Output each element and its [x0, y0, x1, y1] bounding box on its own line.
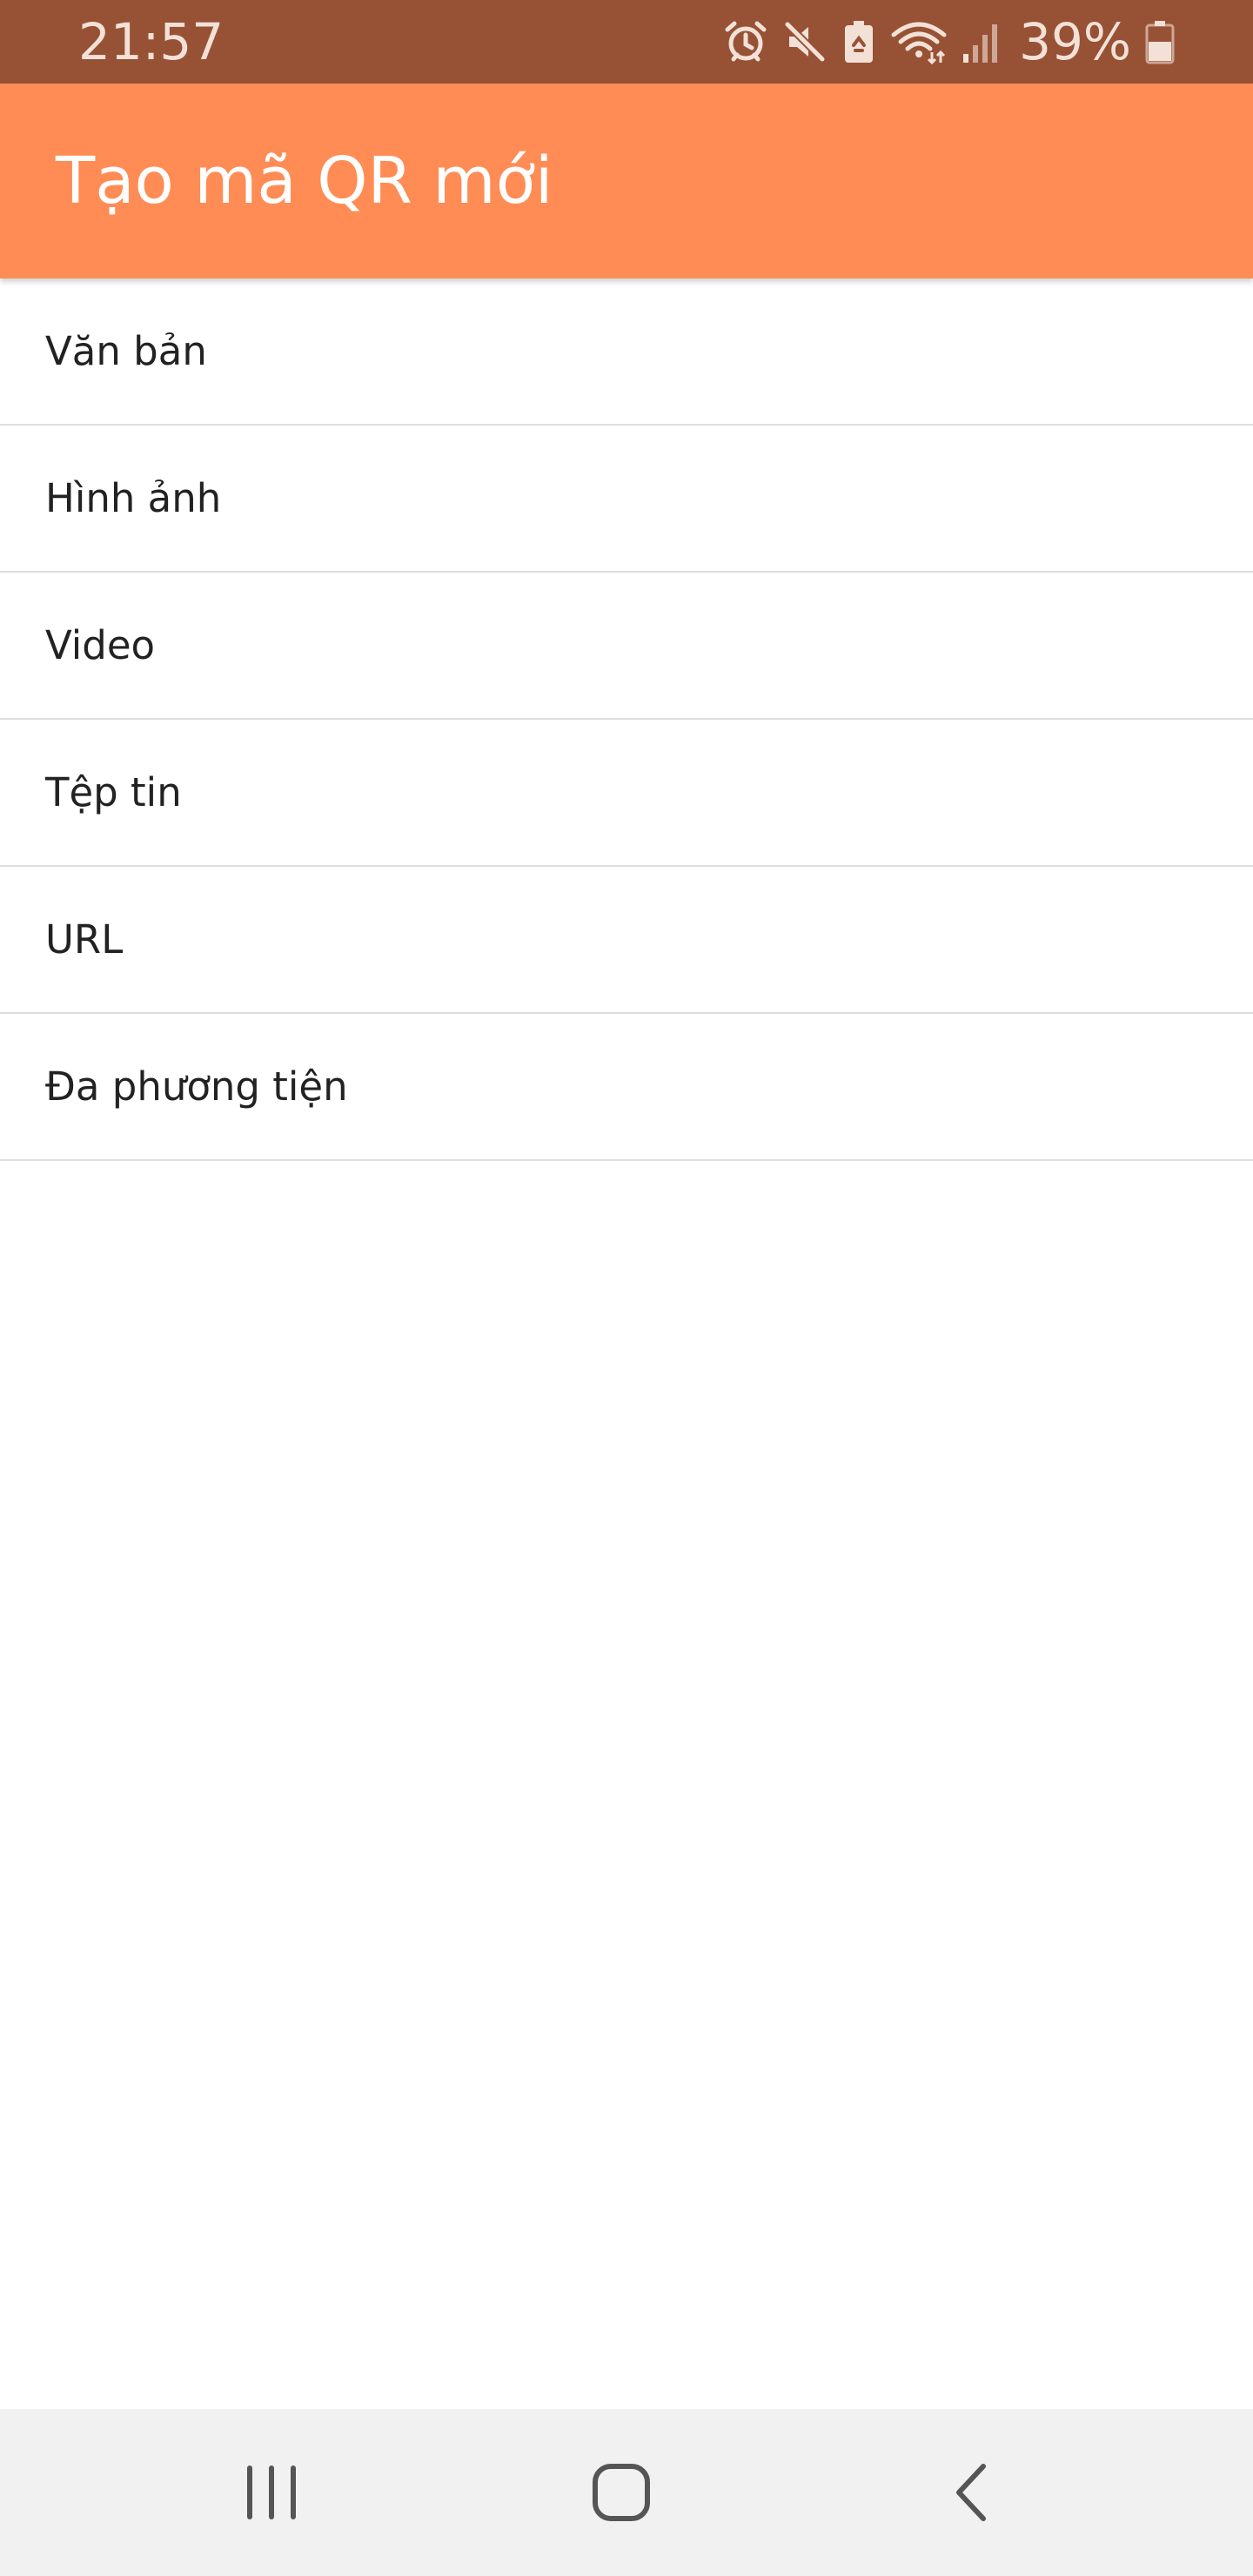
list-item-url[interactable]: URL [0, 867, 1253, 1014]
list-item-label: Video [45, 622, 156, 668]
list-item-label: Tệp tin [45, 769, 182, 815]
status-icons: 39% [723, 14, 1175, 70]
list-item-label: Hình ảnh [45, 475, 222, 521]
list-item-text[interactable]: Văn bản [0, 278, 1253, 426]
signal-icon [963, 24, 998, 63]
battery-percent: 39% [1019, 12, 1131, 71]
wifi-icon [891, 22, 947, 64]
recent-apps-icon [247, 2465, 296, 2519]
recent-apps-button[interactable] [184, 2409, 358, 2576]
qr-type-list: Văn bản Hình ảnh Video Tệp tin URL Đa ph… [0, 278, 1253, 1161]
status-time: 21:57 [78, 12, 224, 71]
navigation-bar [0, 2409, 1253, 2576]
list-item-label: URL [45, 916, 124, 963]
list-item-video[interactable]: Video [0, 573, 1253, 720]
battery-saver-icon [845, 21, 874, 63]
list-item-file[interactable]: Tệp tin [0, 720, 1253, 867]
list-item-label: Đa phương tiện [45, 1063, 348, 1110]
status-bar: 21:57 39% [0, 0, 1253, 84]
list-item-multimedia[interactable]: Đa phương tiện [0, 1014, 1253, 1161]
back-button[interactable] [884, 2409, 1058, 2576]
alarm-icon [725, 21, 767, 62]
page-title: Tạo mã QR mới [56, 144, 553, 218]
home-button[interactable] [534, 2409, 708, 2576]
battery-icon [1145, 21, 1175, 64]
list-item-label: Văn bản [45, 328, 207, 374]
back-icon [956, 2464, 986, 2521]
screen: 21:57 39% Tạo mã QR mới Văn bản Hình ảnh… [0, 0, 1253, 2576]
home-icon [593, 2464, 650, 2521]
app-bar: Tạo mã QR mới [0, 84, 1253, 278]
list-item-image[interactable]: Hình ảnh [0, 426, 1253, 573]
mute-icon [784, 21, 826, 63]
